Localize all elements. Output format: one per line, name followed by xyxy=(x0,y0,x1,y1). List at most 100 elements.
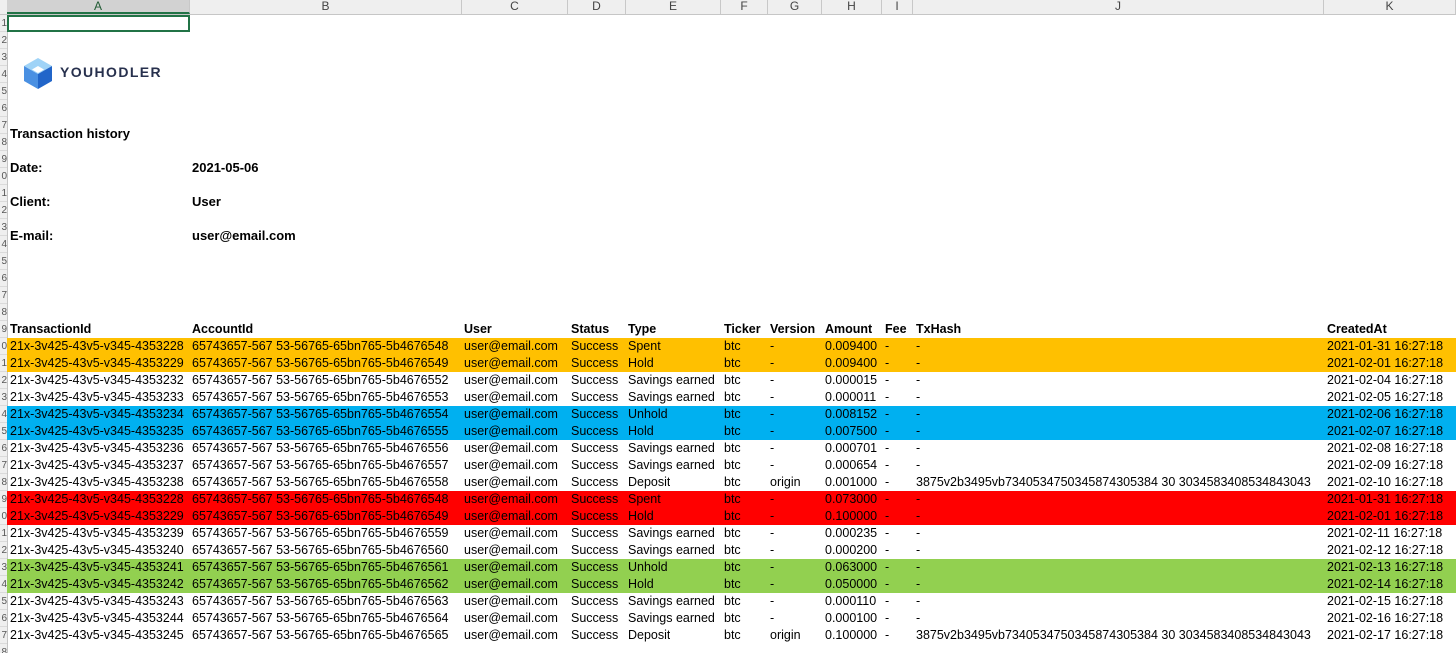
cell-amount[interactable]: 0.008152 xyxy=(825,406,877,423)
cell-version[interactable]: - xyxy=(770,508,774,525)
cell-created-at[interactable]: 2021-02-10 16:27:18 xyxy=(1327,474,1443,491)
cell-account-id[interactable]: 65743657-567 53-56765-65bn765-5b4676552 xyxy=(192,372,449,389)
row-number[interactable]: 9 xyxy=(0,321,7,338)
cell-fee[interactable]: - xyxy=(885,338,889,355)
cell-type[interactable]: Savings earned xyxy=(628,372,715,389)
row-number[interactable]: 1 xyxy=(0,355,7,372)
row-number[interactable]: 7 xyxy=(0,117,7,134)
cell-ticker[interactable]: btc xyxy=(724,440,741,457)
cell-created-at[interactable]: 2021-02-13 16:27:18 xyxy=(1327,559,1443,576)
table-row[interactable]: 21x-3v425-43v5-v345-4353232 65743657-567 … xyxy=(7,372,1456,389)
cell-transaction-id[interactable]: 21x-3v425-43v5-v345-4353244 xyxy=(10,610,184,627)
cell-ticker[interactable]: btc xyxy=(724,372,741,389)
cell-amount[interactable]: 0.000200 xyxy=(825,542,877,559)
cell-user[interactable]: user@email.com xyxy=(464,406,558,423)
cell-amount[interactable]: 0.000015 xyxy=(825,372,877,389)
cell-type[interactable]: Savings earned xyxy=(628,389,715,406)
row-number[interactable]: 8 xyxy=(0,474,7,491)
table-row[interactable]: 21x-3v425-43v5-v345-4353240 65743657-567 … xyxy=(7,542,1456,559)
cell-amount[interactable]: 0.073000 xyxy=(825,491,877,508)
cell-type[interactable]: Savings earned xyxy=(628,457,715,474)
cell-transaction-id[interactable]: 21x-3v425-43v5-v345-4353240 xyxy=(10,542,184,559)
cell-fee[interactable]: - xyxy=(885,542,889,559)
table-row[interactable]: 21x-3v425-43v5-v345-4353229 65743657-567 … xyxy=(7,508,1456,525)
row-number[interactable]: 1 xyxy=(0,15,7,32)
cell-ticker[interactable]: btc xyxy=(724,491,741,508)
cell-created-at[interactable]: 2021-02-11 16:27:18 xyxy=(1327,525,1442,542)
cell-fee[interactable]: - xyxy=(885,423,889,440)
cell-version[interactable]: - xyxy=(770,457,774,474)
cell-status[interactable]: Success xyxy=(571,610,618,627)
cell-amount[interactable]: 0.000701 xyxy=(825,440,877,457)
cell-txhash[interactable]: - xyxy=(916,457,920,474)
cell-created-at[interactable]: 2021-02-17 16:27:18 xyxy=(1327,627,1443,644)
row-number[interactable]: 3 xyxy=(0,49,7,66)
cell-user[interactable]: user@email.com xyxy=(464,576,558,593)
cell-version[interactable]: - xyxy=(770,423,774,440)
cell-user[interactable]: user@email.com xyxy=(464,423,558,440)
cell-account-id[interactable]: 65743657-567 53-56765-65bn765-5b4676562 xyxy=(192,576,449,593)
cell-user[interactable]: user@email.com xyxy=(464,559,558,576)
cell-version[interactable]: - xyxy=(770,338,774,355)
cell-created-at[interactable]: 2021-02-04 16:27:18 xyxy=(1327,372,1443,389)
cell-amount[interactable]: 0.050000 xyxy=(825,576,877,593)
row-number[interactable]: 0 xyxy=(0,338,7,355)
cell-created-at[interactable]: 2021-02-15 16:27:18 xyxy=(1327,593,1443,610)
cell-user[interactable]: user@email.com xyxy=(464,593,558,610)
cell-ticker[interactable]: btc xyxy=(724,610,741,627)
cell-status[interactable]: Success xyxy=(571,474,618,491)
cell-user[interactable]: user@email.com xyxy=(464,491,558,508)
column-header-i[interactable]: I xyxy=(882,0,913,14)
row-number[interactable]: 0 xyxy=(0,508,7,525)
cell-fee[interactable]: - xyxy=(885,372,889,389)
cell-account-id[interactable]: 65743657-567 53-56765-65bn765-5b4676561 xyxy=(192,559,449,576)
cell-amount[interactable]: 0.100000 xyxy=(825,627,877,644)
cell-transaction-id[interactable]: 21x-3v425-43v5-v345-4353241 xyxy=(10,559,184,576)
row-number[interactable]: 3 xyxy=(0,389,7,406)
column-header-e[interactable]: E xyxy=(626,0,721,14)
row-number[interactable]: 2 xyxy=(0,202,7,219)
row-number[interactable]: 7 xyxy=(0,627,7,644)
cell-ticker[interactable]: btc xyxy=(724,559,741,576)
cell-created-at[interactable]: 2021-02-08 16:27:18 xyxy=(1327,440,1443,457)
column-header-c[interactable]: C xyxy=(462,0,568,14)
row-number[interactable]: 3 xyxy=(0,559,7,576)
cell-amount[interactable]: 0.009400 xyxy=(825,355,877,372)
row-number[interactable]: 2 xyxy=(0,32,7,49)
cell-version[interactable]: - xyxy=(770,559,774,576)
cell-ticker[interactable]: btc xyxy=(724,355,741,372)
cell-created-at[interactable]: 2021-02-01 16:27:18 xyxy=(1327,355,1443,372)
header-user[interactable]: User xyxy=(464,321,492,338)
header-ticker[interactable]: Ticker xyxy=(724,321,761,338)
cell-txhash[interactable]: - xyxy=(916,372,920,389)
cell-created-at[interactable]: 2021-02-12 16:27:18 xyxy=(1327,542,1443,559)
cell-ticker[interactable]: btc xyxy=(724,389,741,406)
cell-type[interactable]: Hold xyxy=(628,508,654,525)
header-created-at[interactable]: CreatedAt xyxy=(1327,321,1387,338)
cell-account-id[interactable]: 65743657-567 53-56765-65bn765-5b4676563 xyxy=(192,593,449,610)
cell-type[interactable]: Savings earned xyxy=(628,440,715,457)
cell-user[interactable]: user@email.com xyxy=(464,610,558,627)
cell-user[interactable]: user@email.com xyxy=(464,355,558,372)
cell-txhash[interactable]: - xyxy=(916,389,920,406)
cell-account-id[interactable]: 65743657-567 53-56765-65bn765-5b4676559 xyxy=(192,525,449,542)
cell-fee[interactable]: - xyxy=(885,355,889,372)
cell-version[interactable]: - xyxy=(770,525,774,542)
cell-ticker[interactable]: btc xyxy=(724,423,741,440)
cell-transaction-id[interactable]: 21x-3v425-43v5-v345-4353228 xyxy=(10,338,184,355)
cell-transaction-id[interactable]: 21x-3v425-43v5-v345-4353235 xyxy=(10,423,184,440)
cell-account-id[interactable]: 65743657-567 53-56765-65bn765-5b4676560 xyxy=(192,542,449,559)
cell-type[interactable]: Hold xyxy=(628,576,654,593)
cell-status[interactable]: Success xyxy=(571,508,618,525)
cell-amount[interactable]: 0.000011 xyxy=(825,389,876,406)
cell-version[interactable]: origin xyxy=(770,474,801,491)
cell-user[interactable]: user@email.com xyxy=(464,440,558,457)
cell-type[interactable]: Unhold xyxy=(628,559,668,576)
cell-account-id[interactable]: 65743657-567 53-56765-65bn765-5b4676565 xyxy=(192,627,449,644)
cell-created-at[interactable]: 2021-02-01 16:27:18 xyxy=(1327,508,1443,525)
header-type[interactable]: Type xyxy=(628,321,656,338)
cell-txhash[interactable]: - xyxy=(916,423,920,440)
table-row[interactable]: 21x-3v425-43v5-v345-4353228 65743657-567 … xyxy=(7,338,1456,355)
row-number[interactable]: 9 xyxy=(0,491,7,508)
row-number[interactable]: 4 xyxy=(0,576,7,593)
